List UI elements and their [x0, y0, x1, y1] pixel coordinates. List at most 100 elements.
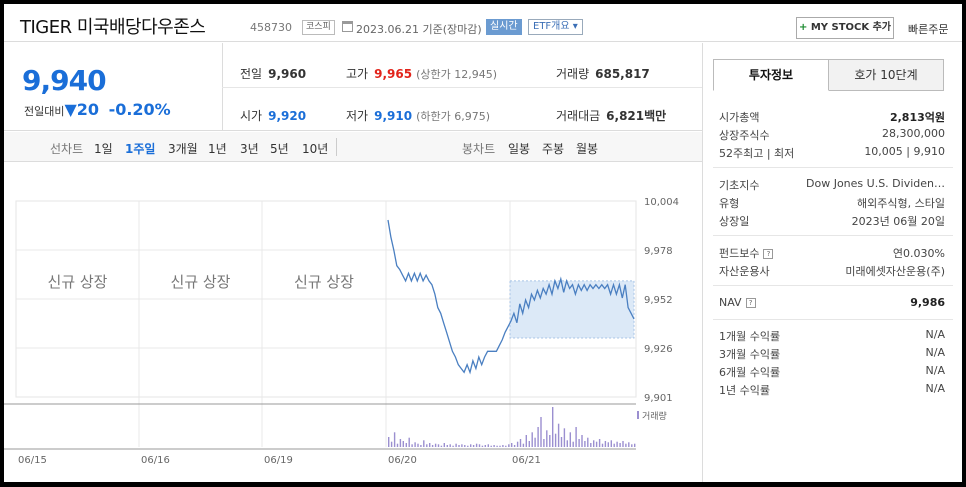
new-listing-annotation: 신규 상장 — [294, 273, 354, 291]
stock-header: TIGER 미국배당다우존스 458730 코스피 2023.06.21 기준(… — [4, 4, 962, 42]
lower-limit: (하한가 6,975) — [416, 110, 490, 123]
realtime-button[interactable]: 실시간 — [486, 19, 522, 35]
period-divider — [336, 138, 337, 156]
trade-amount-unit: 백만 — [644, 109, 667, 123]
y-tick-label: 9,926 — [644, 344, 673, 355]
volume-bar — [613, 443, 615, 447]
help-icon[interactable]: ? — [763, 249, 774, 259]
price-chart[interactable]: 10,004 9,978 9,952 9,926 9,901 거래량 06/15 06/16 0… — [4, 163, 702, 482]
base-date: 2023.06.21 기준(장마감) — [356, 23, 482, 36]
volume-bar — [581, 435, 583, 447]
market-badge: 코스피 — [302, 20, 335, 35]
candle-weekly[interactable]: 주봉 — [542, 140, 564, 157]
tab-invest-info[interactable]: 투자정보 — [713, 59, 829, 91]
candle-monthly[interactable]: 월봉 — [576, 140, 598, 157]
volume: 거래량 685,817 — [556, 65, 650, 82]
range-52w-value: 10,005 | 9,910 — [864, 145, 945, 158]
price-summary: 9,940 전일대비▼20 -0.20% 전일 9,960 고가 9,965 (상한가… — [4, 43, 702, 131]
volume-bar — [619, 443, 621, 447]
quick-order-link[interactable]: 빠른주문 — [908, 21, 948, 37]
volume-bar — [584, 441, 586, 447]
y-tick-label: 9,901 — [644, 393, 673, 404]
volume-bar — [472, 445, 475, 447]
prev-close-label: 전일 — [240, 67, 263, 81]
volume-bar — [543, 439, 545, 447]
volume-bar — [513, 445, 516, 447]
return-1m-value: N/A — [925, 328, 945, 341]
period-1w[interactable]: 1주일 — [125, 140, 155, 157]
volume-bar — [566, 440, 568, 447]
info-row-shares: 상장주식수 28,300,000 — [719, 127, 945, 145]
volume-bar — [437, 444, 440, 447]
volume-bar — [525, 435, 527, 447]
volume-bar — [516, 441, 519, 447]
info-divider — [713, 167, 953, 168]
volume-bar — [560, 437, 563, 447]
period-10y[interactable]: 10년 — [302, 140, 328, 157]
period-1d[interactable]: 1일 — [94, 140, 113, 157]
volume-bar — [563, 428, 566, 447]
open-value: 9,920 — [268, 109, 307, 123]
line-chart-label: 선차트 — [50, 142, 84, 156]
high-label: 고가 — [346, 67, 369, 81]
volume-bar — [546, 430, 548, 447]
info-row-nav: NAV? 9,986 — [719, 296, 945, 314]
base-index-value: Dow Jones U.S. Dividen… — [806, 177, 945, 190]
etf-info-dropdown[interactable]: ETF개요 ▾ — [528, 19, 583, 35]
type-value: 해외주식형, 스타일 — [857, 197, 945, 210]
prev-close-value: 9,960 — [268, 67, 307, 81]
volume-bar — [452, 445, 454, 447]
volume-bar — [446, 445, 448, 447]
period-5y[interactable]: 5년 — [270, 140, 289, 157]
volume-bar — [455, 443, 457, 447]
help-icon[interactable]: ? — [745, 298, 756, 308]
volume-bar — [519, 439, 522, 447]
volume-bar — [587, 437, 589, 447]
price-change: 전일대비▼20 -0.20% — [24, 100, 171, 119]
x-tick-label: 06/21 — [512, 455, 541, 466]
volume-bar — [467, 445, 469, 447]
volume-bar — [426, 444, 428, 447]
volume-bar — [569, 432, 571, 447]
add-my-stock-button[interactable]: + MY STOCK 추가 — [796, 17, 894, 39]
volume-bar — [423, 440, 425, 447]
volume-bar — [554, 433, 557, 447]
volume-bar — [502, 445, 504, 447]
trade-amount-label: 거래대금 — [556, 109, 601, 123]
volume-bar — [607, 442, 609, 447]
stock-code: 458730 — [250, 21, 292, 34]
info-row-return-6m: 6개월 수익률 N/A — [719, 364, 945, 382]
market-cap-label: 시가총액 — [719, 111, 760, 124]
period-bar: 선차트 1일 1주일 3개월 1년 3년 5년 10년 봉차트 일봉 주봉 월봉 — [4, 132, 702, 162]
add-my-stock-label: MY STOCK 추가 — [810, 22, 892, 33]
open-price: 시가 9,920 — [240, 107, 306, 124]
volume-bar — [405, 443, 407, 447]
volume-legend-icon — [637, 411, 639, 419]
y-tick-label: 9,978 — [644, 246, 673, 257]
period-1y[interactable]: 1년 — [208, 140, 227, 157]
volume-label: 거래량 — [556, 67, 590, 81]
change-label: 전일대비 — [24, 105, 65, 118]
period-3m[interactable]: 3개월 — [168, 140, 198, 157]
volume-bar — [593, 440, 595, 447]
tab-order-book[interactable]: 호가 10단계 — [828, 59, 944, 91]
volume-bar — [434, 443, 437, 447]
volume-bar — [572, 441, 574, 447]
new-listing-annotation: 신규 상장 — [48, 273, 108, 291]
summary-row-divider — [222, 87, 702, 88]
upper-limit: (상한가 12,945) — [416, 68, 497, 81]
volume-bar — [575, 427, 577, 447]
candle-daily[interactable]: 일봉 — [508, 140, 530, 157]
period-3y[interactable]: 3년 — [240, 140, 259, 157]
x-tick-label: 06/15 — [18, 455, 47, 466]
change-percent: -0.20% — [108, 100, 171, 119]
volume-bar — [590, 443, 592, 447]
nav-value: 9,986 — [910, 296, 945, 309]
volume-bar — [411, 444, 413, 447]
info-row-return-1m: 1개월 수익률 N/A — [719, 328, 945, 346]
volume-bar — [537, 427, 539, 447]
volume-value: 685,817 — [595, 67, 650, 81]
calendar-icon — [342, 21, 353, 32]
volume-bar — [484, 445, 486, 447]
shares-label: 상장주식수 — [719, 129, 770, 142]
